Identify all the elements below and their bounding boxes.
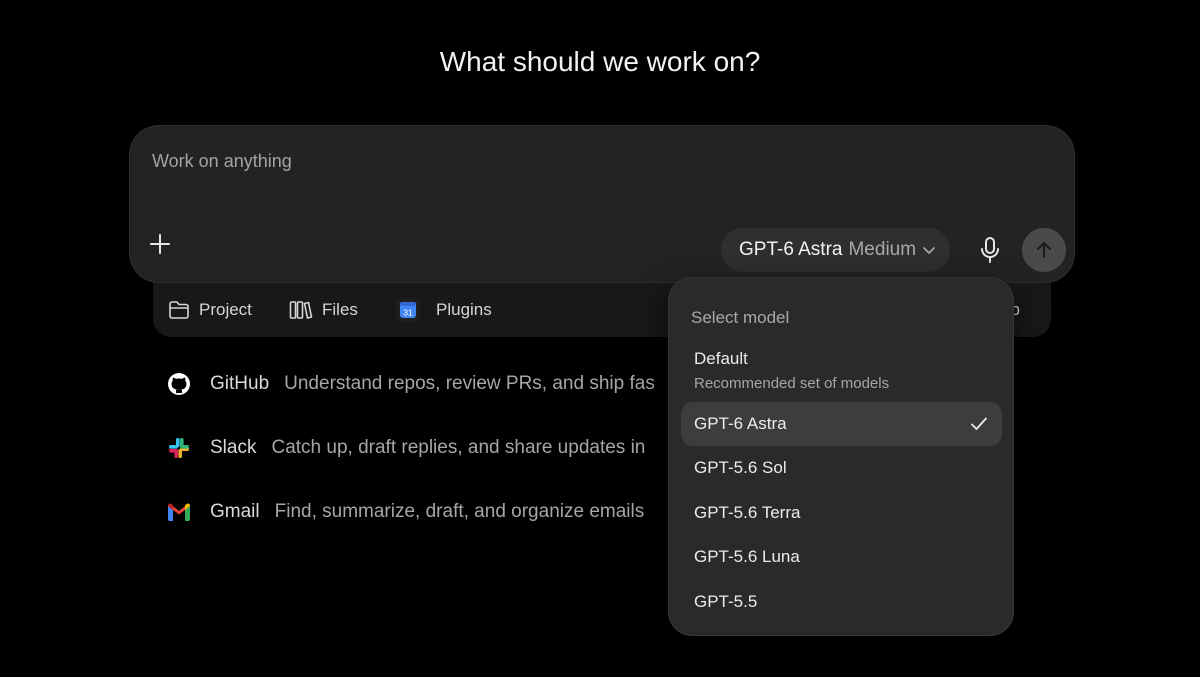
plugins-button[interactable]: 31 Plugins <box>396 298 492 322</box>
chevron-down-icon <box>923 247 935 254</box>
microphone-icon <box>981 237 999 263</box>
suggestion-title: Slack <box>210 437 257 458</box>
model-name: GPT-6 Astra <box>739 239 843 260</box>
project-label: Project <box>199 300 252 319</box>
github-icon <box>167 372 191 396</box>
model-option-label: GPT-5.6 Luna <box>694 547 800 566</box>
suggestion-slack[interactable]: Slack Catch up, draft replies, and share… <box>167 432 687 464</box>
model-option-default[interactable]: Default Recommended set of models <box>694 349 889 392</box>
send-button[interactable] <box>1022 228 1066 272</box>
microphone-button[interactable] <box>978 236 1002 264</box>
suggestion-github[interactable]: GitHub Understand repos, review PRs, and… <box>167 368 687 400</box>
slack-icon <box>167 436 191 460</box>
suggestion-description: Find, summarize, draft, and organize ema… <box>274 501 645 522</box>
suggestion-title: GitHub <box>210 373 270 394</box>
model-option-label: GPT-5.5 <box>694 592 758 611</box>
model-option-label: GPT-5.6 Terra <box>694 503 801 522</box>
plugins-label: Plugins <box>436 300 492 319</box>
calendar-icon: 31 <box>396 298 420 322</box>
books-icon <box>289 301 313 319</box>
model-option-label: GPT-6 Astra <box>694 414 787 433</box>
suggestion-title: Gmail <box>210 501 260 522</box>
page-title: What should we work on? <box>439 46 761 77</box>
model-option-gpt-5-5[interactable]: GPT-5.5 <box>681 580 1002 624</box>
model-option-gpt-6-astra[interactable]: GPT-6 Astra <box>681 402 1002 446</box>
model-effort: Medium <box>848 239 917 260</box>
files-label: Files <box>322 300 358 319</box>
suggestion-gmail[interactable]: Gmail Find, summarize, draft, and organi… <box>167 496 687 528</box>
plus-icon <box>150 234 170 254</box>
gmail-icon <box>167 500 191 524</box>
model-selector-button[interactable]: GPT-6 Astra Medium <box>721 228 951 272</box>
page: What should we work on? GPT-6 Astra Medi… <box>0 0 1200 677</box>
model-option-gpt-5-6-luna[interactable]: GPT-5.6 Luna <box>681 535 1002 579</box>
calendar-day: 31 <box>403 308 413 318</box>
dropdown-header: Select model <box>691 308 790 327</box>
model-option-gpt-5-6-terra[interactable]: GPT-5.6 Terra <box>681 491 1002 535</box>
suggestion-description: Catch up, draft replies, and share updat… <box>271 437 646 458</box>
prompt-input[interactable] <box>152 148 712 174</box>
add-button[interactable] <box>148 232 172 256</box>
folder-icon <box>169 301 189 319</box>
checkmark-icon <box>969 414 989 434</box>
default-option-subtitle: Recommended set of models <box>694 375 890 392</box>
files-button[interactable]: Files <box>289 298 358 322</box>
composer: GPT-6 Astra Medium <box>129 125 1075 283</box>
model-dropdown: Select model Default Recommended set of … <box>668 277 1014 636</box>
arrow-up-icon <box>1036 241 1052 259</box>
model-option-label: GPT-5.6 Sol <box>694 458 787 477</box>
default-option-title: Default <box>694 349 748 368</box>
model-option-gpt-5-6-sol[interactable]: GPT-5.6 Sol <box>681 446 1002 490</box>
project-button[interactable]: Project <box>168 298 252 322</box>
suggestion-description: Understand repos, review PRs, and ship f… <box>284 373 655 394</box>
